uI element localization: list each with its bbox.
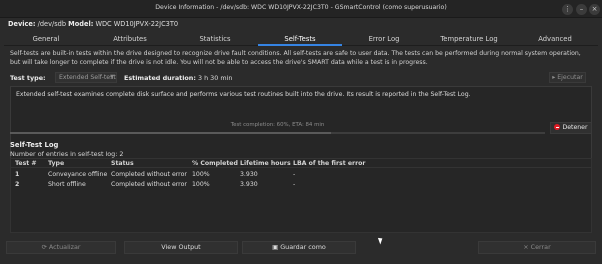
view-output-button[interactable]: View Output <box>124 241 238 254</box>
cell-lifetime-hours: 3.930 <box>240 171 258 178</box>
close-label: Cerrar <box>530 243 551 251</box>
cell-percent-completed: 100% <box>192 171 210 178</box>
view-output-label: View Output <box>161 243 201 251</box>
footer-buttons: ⟳ Actualizar View Output ▣ Guardar como … <box>0 240 602 264</box>
model-value: WDC WD10JPVX-22JC3T0 <box>95 20 179 28</box>
self-test-log-table: Test # Type Status % Completed Lifetime … <box>10 158 592 233</box>
column-header-percent-completed[interactable]: % Completed <box>192 160 238 167</box>
close-icon: × <box>591 5 598 13</box>
progress-text: Test completion: 60%, ETA: 84 min <box>230 122 325 128</box>
intro-line-1: Self-tests are built-in tests within the… <box>10 50 581 57</box>
tab-advanced[interactable]: Advanced <box>512 32 598 46</box>
execute-button[interactable]: ▸ Ejecutar <box>549 72 586 83</box>
progress-bar <box>10 132 545 134</box>
test-type-select[interactable]: Extended Self-test ▼ <box>55 72 117 83</box>
tab-attributes[interactable]: Attributes <box>88 32 172 46</box>
save-as-button[interactable]: ▣ Guardar como <box>242 241 356 254</box>
column-header-type[interactable]: Type <box>48 160 64 167</box>
table-row[interactable]: 1 Conveyance offline Completed without e… <box>11 170 591 180</box>
intro-line-2: but will take longer to complete if the … <box>10 59 428 66</box>
table-row[interactable]: 2 Short offline Completed without error … <box>11 180 591 190</box>
menu-button[interactable]: ⋮ <box>562 4 573 15</box>
cell-percent-completed: 100% <box>192 181 210 188</box>
progress-row: Test completion: 60%, ETA: 84 min Detene… <box>10 122 592 136</box>
stop-button[interactable]: Detener <box>550 122 592 134</box>
ellipsis-icon: ⋮ <box>564 5 571 13</box>
chevron-down-icon: ▼ <box>110 74 114 80</box>
cell-lba-first-error: - <box>293 181 296 188</box>
tab-temperature-log[interactable]: Temperature Log <box>426 32 512 46</box>
tab-statistics[interactable]: Statistics <box>172 32 258 46</box>
estimated-duration-value: 3 h 30 min <box>198 74 233 82</box>
execute-label: Ejecutar <box>557 74 583 81</box>
close-window-button[interactable]: × <box>589 4 600 15</box>
tab-bar: General Attributes Statistics Self-Tests… <box>4 32 598 46</box>
title-bar: Device Information - /dev/sdb: WDC WD10J… <box>0 0 602 18</box>
self-tests-intro: Self-tests are built-in tests within the… <box>10 49 592 67</box>
stop-icon <box>554 124 561 130</box>
device-value: /dev/sdb <box>37 20 67 28</box>
cell-lifetime-hours: 3.930 <box>240 181 258 188</box>
tab-general[interactable]: General <box>4 32 88 46</box>
cell-lba-first-error: - <box>293 171 296 178</box>
cell-status: Completed without error <box>111 171 187 178</box>
progress-bar-fill <box>10 132 331 134</box>
estimated-duration-label: Estimated duration: <box>124 74 196 82</box>
close-button[interactable]: × Cerrar <box>478 241 596 254</box>
refresh-icon: ⟳ <box>41 243 49 251</box>
save-icon: ▣ <box>272 243 281 251</box>
column-header-status[interactable]: Status <box>111 160 134 167</box>
tab-error-log[interactable]: Error Log <box>342 32 426 46</box>
close-icon: × <box>523 243 531 251</box>
tab-self-tests[interactable]: Self-Tests <box>258 32 342 46</box>
column-header-test-number[interactable]: Test # <box>15 160 37 167</box>
test-description: Extended self-test examines complete dis… <box>16 91 471 98</box>
save-label: Guardar como <box>280 243 326 251</box>
self-test-log-title: Self-Test Log <box>10 141 59 149</box>
device-info-line: Device: /dev/sdb Model: WDC WD10JPVX-22J… <box>8 20 178 28</box>
refresh-button[interactable]: ⟳ Actualizar <box>6 241 116 254</box>
stop-label: Detener <box>562 124 588 131</box>
cell-test-number: 2 <box>15 181 20 188</box>
minimize-icon: – <box>579 5 584 13</box>
cell-status: Completed without error <box>111 181 187 188</box>
cell-type: Conveyance offline <box>48 171 108 178</box>
test-type-value: Extended Self-test <box>59 74 116 81</box>
column-header-lifetime-hours[interactable]: Lifetime hours <box>240 160 291 167</box>
table-header: Test # Type Status % Completed Lifetime … <box>11 159 591 168</box>
self-test-log-count: Number of entries in self-test log: 2 <box>10 150 124 158</box>
column-header-lba-first-error[interactable]: LBA of the first error <box>293 160 365 167</box>
refresh-label: Actualizar <box>48 243 81 251</box>
window-title: Device Information - /dev/sdb: WDC WD10J… <box>155 4 447 11</box>
self-tests-panel: Self-tests are built-in tests within the… <box>4 46 598 235</box>
test-type-label: Test type: <box>10 74 46 82</box>
cell-test-number: 1 <box>15 171 20 178</box>
device-label: Device: <box>8 20 36 28</box>
minimize-button[interactable]: – <box>576 4 587 15</box>
cell-type: Short offline <box>48 181 86 188</box>
model-label: Model: <box>68 20 94 28</box>
